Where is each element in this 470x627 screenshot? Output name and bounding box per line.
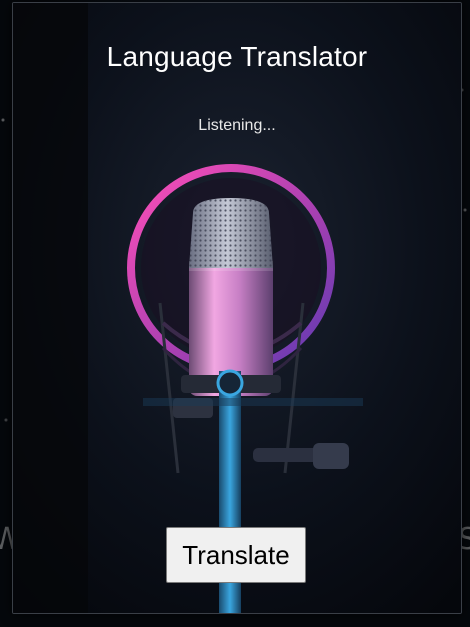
translate-button[interactable]: Translate (166, 527, 306, 583)
translator-window: Language Translator Listening... Transla… (12, 2, 462, 614)
microphone-background-image (13, 3, 461, 613)
listening-status: Listening... (198, 117, 276, 134)
app-title: Language Translator (106, 41, 368, 72)
